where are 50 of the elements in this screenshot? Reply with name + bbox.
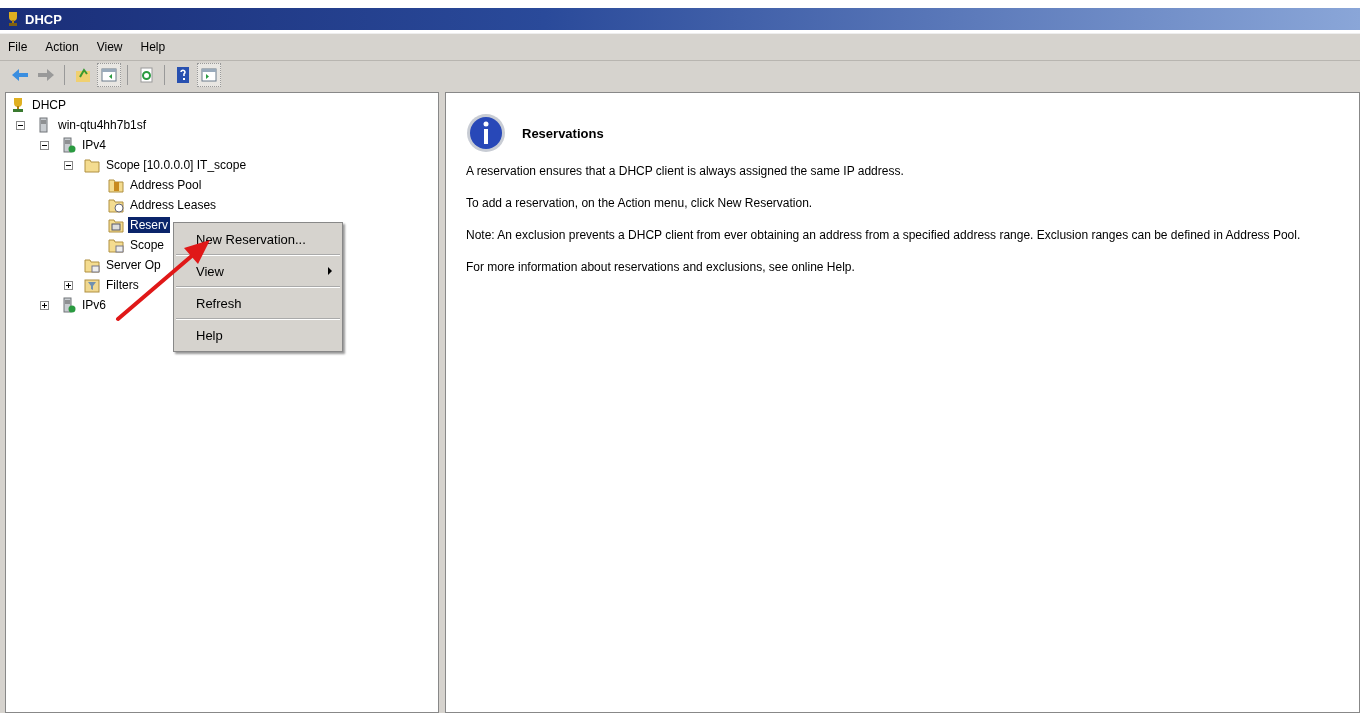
- details-paragraph: For more information about reservations and exclusions, see online Help.: [466, 259, 856, 275]
- tree-item[interactable]: Server Op: [104, 257, 163, 273]
- folder-stack-icon: [108, 177, 124, 193]
- server-check-icon: [60, 297, 76, 313]
- server-check-icon: [60, 137, 76, 153]
- context-menu-item[interactable]: View: [174, 257, 342, 285]
- menu-item[interactable]: Action: [45, 40, 79, 54]
- folder-arrow-icon: [74, 66, 92, 84]
- folder-clock-icon: [108, 197, 124, 213]
- expand-icon[interactable]: [40, 300, 49, 310]
- folder-card-icon: [108, 217, 124, 233]
- details-paragraph: Note: An exclusion prevents a DHCP client from ever obtaining an address from a specified address range. Exclusion ranges can be defined in Address Pool.: [466, 227, 1302, 243]
- menu-item[interactable]: Help: [140, 40, 166, 54]
- left-arrow-icon: [11, 66, 29, 84]
- tree-item[interactable]: win-qtu4hh7b1sf: [56, 117, 149, 133]
- tree-item[interactable]: Reserv: [128, 217, 170, 233]
- folder-grid-icon: [108, 237, 124, 253]
- right-arrow-icon: [37, 66, 55, 84]
- collapse-icon[interactable]: [16, 120, 25, 130]
- window-title: DHCP: [25, 11, 62, 27]
- expand-icon[interactable]: [64, 280, 73, 290]
- tree-item[interactable]: IPv4: [80, 137, 108, 153]
- refresh-icon: [137, 66, 155, 84]
- details-paragraph: To add a reservation, on the Action menu, click New Reservation.: [466, 195, 814, 211]
- menu-item[interactable]: File: [8, 40, 28, 54]
- info-icon: [466, 113, 506, 153]
- context-menu-item[interactable]: Refresh: [174, 289, 342, 317]
- tree-item[interactable]: Scope: [128, 237, 167, 253]
- tree-item[interactable]: Address Pool: [128, 177, 204, 193]
- pane-toggle-button[interactable]: [197, 63, 221, 87]
- tree-item[interactable]: Scope [10.0.0.0] IT_scope: [104, 157, 249, 173]
- window-pane-icon: [100, 66, 118, 84]
- tree-root-icon: [10, 97, 26, 113]
- menu-item[interactable]: View: [96, 40, 123, 54]
- tree-item[interactable]: IPv6: [80, 297, 108, 313]
- window-pane-icon: [200, 66, 218, 84]
- collapse-icon[interactable]: [64, 160, 73, 170]
- collapse-icon[interactable]: [40, 140, 49, 150]
- context-menu-item[interactable]: Help: [174, 321, 342, 349]
- help-icon: [174, 66, 192, 84]
- folder-icon: [84, 157, 100, 173]
- details-heading: Reservations: [522, 125, 604, 141]
- folder-grid-icon: [84, 257, 100, 273]
- tree-item[interactable]: Address Leases: [128, 197, 219, 213]
- tree-item[interactable]: Filters: [104, 277, 141, 293]
- tree-item[interactable]: DHCP: [30, 97, 68, 113]
- context-menu-item[interactable]: New Reservation...: [174, 225, 342, 253]
- funnel-icon: [84, 277, 100, 293]
- details-paragraph: A reservation ensures that a DHCP client is always assigned the same IP address.: [466, 163, 905, 179]
- pane-toggle-button[interactable]: [97, 63, 121, 87]
